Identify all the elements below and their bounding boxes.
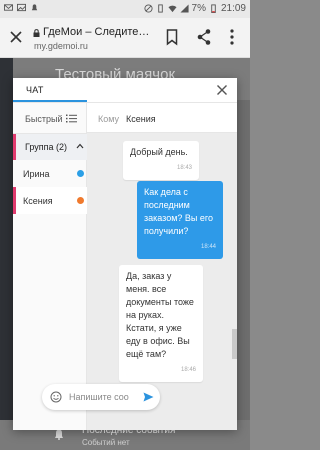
browser-toolbar: ГдеМои – Следите… my.gdemoi.ru	[0, 18, 250, 58]
notification-icon	[31, 4, 38, 11]
message-outgoing: Как дела с последним заказом? Вы его пол…	[137, 181, 223, 259]
background-events-subtitle: Событий нет	[82, 438, 130, 447]
status-dot	[77, 197, 84, 204]
background-sidebar	[0, 58, 13, 450]
vibrate-icon	[157, 4, 163, 13]
search-input[interactable]: Быстрый	[25, 114, 63, 124]
recipient-row: Кому Ксения	[87, 103, 237, 133]
background-side-panel	[237, 100, 250, 440]
chat-modal: ЧАТ Быстрый Группа (2) Ирина Ксения Кому…	[13, 78, 237, 430]
message-input[interactable]: Напишите сообщение	[42, 384, 160, 410]
message-incoming: Добрый день. 18:43	[123, 141, 199, 180]
message-incoming: Да, заказ у меня. все документы тоже на …	[119, 265, 203, 382]
page-url[interactable]: my.gdemoi.ru	[34, 41, 88, 51]
group-label: Группа (2)	[25, 142, 68, 152]
contact-group[interactable]: Группа (2)	[13, 134, 87, 160]
send-icon[interactable]	[143, 392, 154, 402]
wifi-icon	[167, 5, 177, 13]
battery-icon	[211, 4, 216, 13]
close-tab-icon[interactable]	[8, 29, 24, 45]
lock-icon	[33, 29, 40, 37]
message-text: Как дела с последним заказом? Вы его пол…	[144, 187, 213, 236]
message-time: 18:44	[200, 244, 216, 250]
contact-name: Ирина	[23, 169, 50, 179]
no-sim-icon	[143, 4, 153, 13]
bookmark-icon[interactable]	[165, 28, 179, 46]
message-text: Добрый день.	[130, 147, 188, 157]
contact-item-selected[interactable]: Ксения	[13, 187, 87, 214]
status-bar: 7% 21:09	[0, 0, 250, 18]
clock: 21:09	[220, 3, 246, 14]
scrollbar[interactable]	[232, 329, 237, 359]
page-title: ГдеМои – Следите…	[43, 26, 150, 38]
contact-name: Ксения	[23, 196, 53, 206]
status-dot	[77, 170, 84, 177]
battery-percent: 7%	[191, 3, 206, 14]
message-time: 18:43	[176, 165, 192, 171]
signal-icon	[179, 4, 189, 13]
mail-icon	[4, 4, 13, 11]
contact-item[interactable]: Ирина	[13, 160, 87, 187]
recipient-name[interactable]: Ксения	[126, 114, 156, 124]
list-icon[interactable]	[66, 114, 77, 123]
close-icon[interactable]	[216, 84, 228, 96]
image-icon	[17, 3, 26, 12]
message-time: 18:46	[180, 367, 196, 373]
recipient-label: Кому	[98, 114, 120, 124]
tab-chat[interactable]: ЧАТ	[26, 85, 44, 95]
more-options-icon[interactable]	[229, 28, 235, 46]
status-right: 7% 21:09	[143, 3, 246, 14]
chevron-up-icon	[76, 143, 84, 149]
emoji-icon[interactable]	[50, 391, 62, 403]
status-left	[4, 3, 39, 12]
contacts-sidebar: Быстрый Группа (2) Ирина Ксения	[13, 103, 87, 430]
message-text: Да, заказ у меня. все документы тоже на …	[126, 271, 194, 359]
share-icon[interactable]	[196, 28, 212, 46]
message-placeholder: Напишите сообщение	[69, 392, 129, 402]
